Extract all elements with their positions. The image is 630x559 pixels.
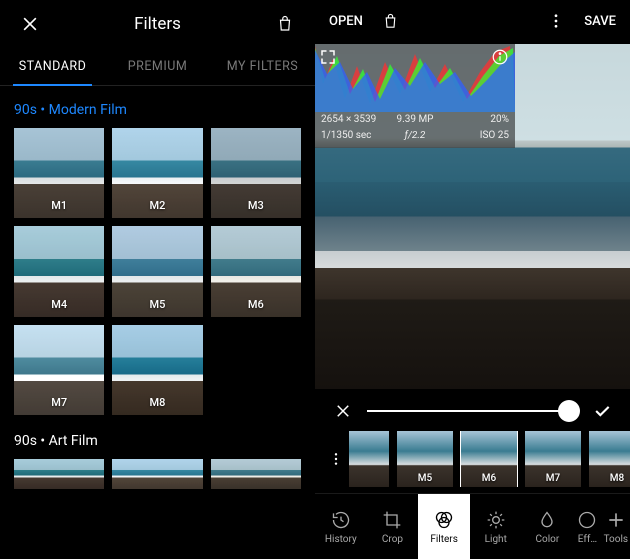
more-icon[interactable] (544, 9, 568, 33)
shopping-bag-icon[interactable] (379, 9, 403, 33)
filter-grid-modern: M1 M2 M3 M4 M5 M6 M7 M8 (14, 128, 301, 415)
tool-filters[interactable]: Filters (418, 494, 470, 559)
tool-crop[interactable]: Crop (367, 494, 419, 559)
histogram-percent: 20% (446, 112, 509, 128)
filter-thumb[interactable]: M6 (211, 226, 301, 316)
shopping-bag-icon[interactable] (273, 12, 297, 36)
tool-label: Tools (604, 534, 628, 545)
histogram[interactable]: 2654 × 3539 9.39 MP 20% 1/1350 sec ƒ/2.2… (315, 44, 515, 148)
filter-thumb[interactable]: M1 (14, 128, 104, 218)
section-title-modern: 90s • Modern Film (14, 102, 301, 118)
filter-thumb[interactable] (112, 459, 202, 489)
filter-thumb[interactable]: M7 (14, 325, 104, 415)
histogram-dimensions: 2654 × 3539 (321, 112, 384, 128)
filter-label: M8 (112, 396, 202, 409)
tool-history[interactable]: History (315, 494, 367, 559)
tool-bar: History Crop Filters Light Color Eff… To… (315, 493, 630, 559)
tool-effects[interactable]: Eff… (573, 494, 601, 559)
info-icon[interactable] (491, 48, 509, 66)
histogram-aperture: ƒ/2.2 (384, 128, 447, 144)
color-icon (536, 509, 558, 531)
filter-label: M7 (14, 396, 104, 409)
filter-thumb[interactable] (14, 459, 104, 489)
crop-icon (381, 509, 403, 531)
histogram-stats: 2654 × 3539 9.39 MP 20% 1/1350 sec ƒ/2.2… (315, 112, 515, 144)
tool-tools[interactable]: Tools (602, 494, 630, 559)
editor-header: OPEN SAVE (315, 0, 630, 42)
history-icon (330, 509, 352, 531)
filter-thumb[interactable]: M4 (14, 226, 104, 316)
filter-thumb[interactable]: M3 (211, 128, 301, 218)
light-icon (485, 509, 507, 531)
tool-label: History (325, 534, 357, 545)
strip-label: M6 (461, 473, 517, 484)
strip-thumb[interactable]: M8 (589, 431, 630, 487)
filter-thumb[interactable] (211, 459, 301, 489)
filters-icon (433, 509, 455, 531)
tool-label: Crop (382, 534, 403, 545)
filter-label: M4 (14, 298, 104, 311)
plus-icon (605, 509, 627, 531)
filter-label: M6 (211, 298, 301, 311)
filter-label: M1 (14, 199, 104, 212)
strip-label: M5 (397, 473, 453, 484)
tab-my-filters[interactable]: MY FILTERS (210, 48, 315, 85)
histogram-megapixels: 9.39 MP (384, 112, 447, 128)
tab-premium[interactable]: PREMIUM (105, 48, 210, 85)
tool-color[interactable]: Color (522, 494, 574, 559)
effects-icon (576, 509, 598, 531)
section-title-art: 90s • Art Film (14, 433, 301, 449)
tool-light[interactable]: Light (470, 494, 522, 559)
strip-more-icon[interactable] (323, 431, 349, 487)
filter-strip: M5 M6 M7 M8 (315, 431, 630, 487)
filters-scroll[interactable]: 90s • Modern Film M1 M2 M3 M4 M5 M6 M7 M… (0, 86, 315, 559)
strip-thumb[interactable]: M5 (397, 431, 453, 487)
filter-grid-art (14, 459, 301, 489)
editor-panel: OPEN SAVE 2654 × 3539 9.39 MP 20% (315, 0, 630, 559)
filter-tabs: STANDARD PREMIUM MY FILTERS (0, 48, 315, 86)
filter-label: M2 (112, 199, 202, 212)
intensity-slider-row (315, 391, 630, 431)
filters-header: Filters (0, 0, 315, 48)
strip-label: M8 (589, 473, 630, 484)
tool-label: Color (536, 534, 560, 545)
filter-thumb[interactable]: M8 (112, 325, 202, 415)
filter-thumb[interactable]: M5 (112, 226, 202, 316)
strip-thumb[interactable] (349, 431, 389, 487)
histogram-iso: ISO 25 (446, 128, 509, 144)
cancel-icon[interactable] (331, 399, 355, 423)
tab-standard[interactable]: STANDARD (0, 48, 105, 85)
tool-label: Light (485, 534, 507, 545)
strip-label: M7 (525, 473, 581, 484)
strip-track[interactable]: M5 M6 M7 M8 (349, 431, 630, 487)
filters-panel: Filters STANDARD PREMIUM MY FILTERS 90s … (0, 0, 315, 559)
slider-knob[interactable] (558, 400, 580, 422)
close-icon[interactable] (18, 12, 42, 36)
page-title: Filters (134, 14, 181, 34)
filter-label: M3 (211, 199, 301, 212)
tool-label: Eff… (578, 534, 597, 545)
filter-label: M5 (112, 298, 202, 311)
save-button[interactable]: SAVE (584, 14, 616, 29)
strip-thumb-selected[interactable]: M6 (461, 431, 517, 487)
histogram-shutter: 1/1350 sec (321, 128, 384, 144)
tool-label: Filters (430, 534, 458, 545)
filter-thumb[interactable]: M2 (112, 128, 202, 218)
strip-thumb[interactable]: M7 (525, 431, 581, 487)
confirm-icon[interactable] (590, 399, 614, 423)
expand-icon[interactable] (319, 48, 337, 66)
intensity-slider[interactable] (367, 410, 578, 412)
